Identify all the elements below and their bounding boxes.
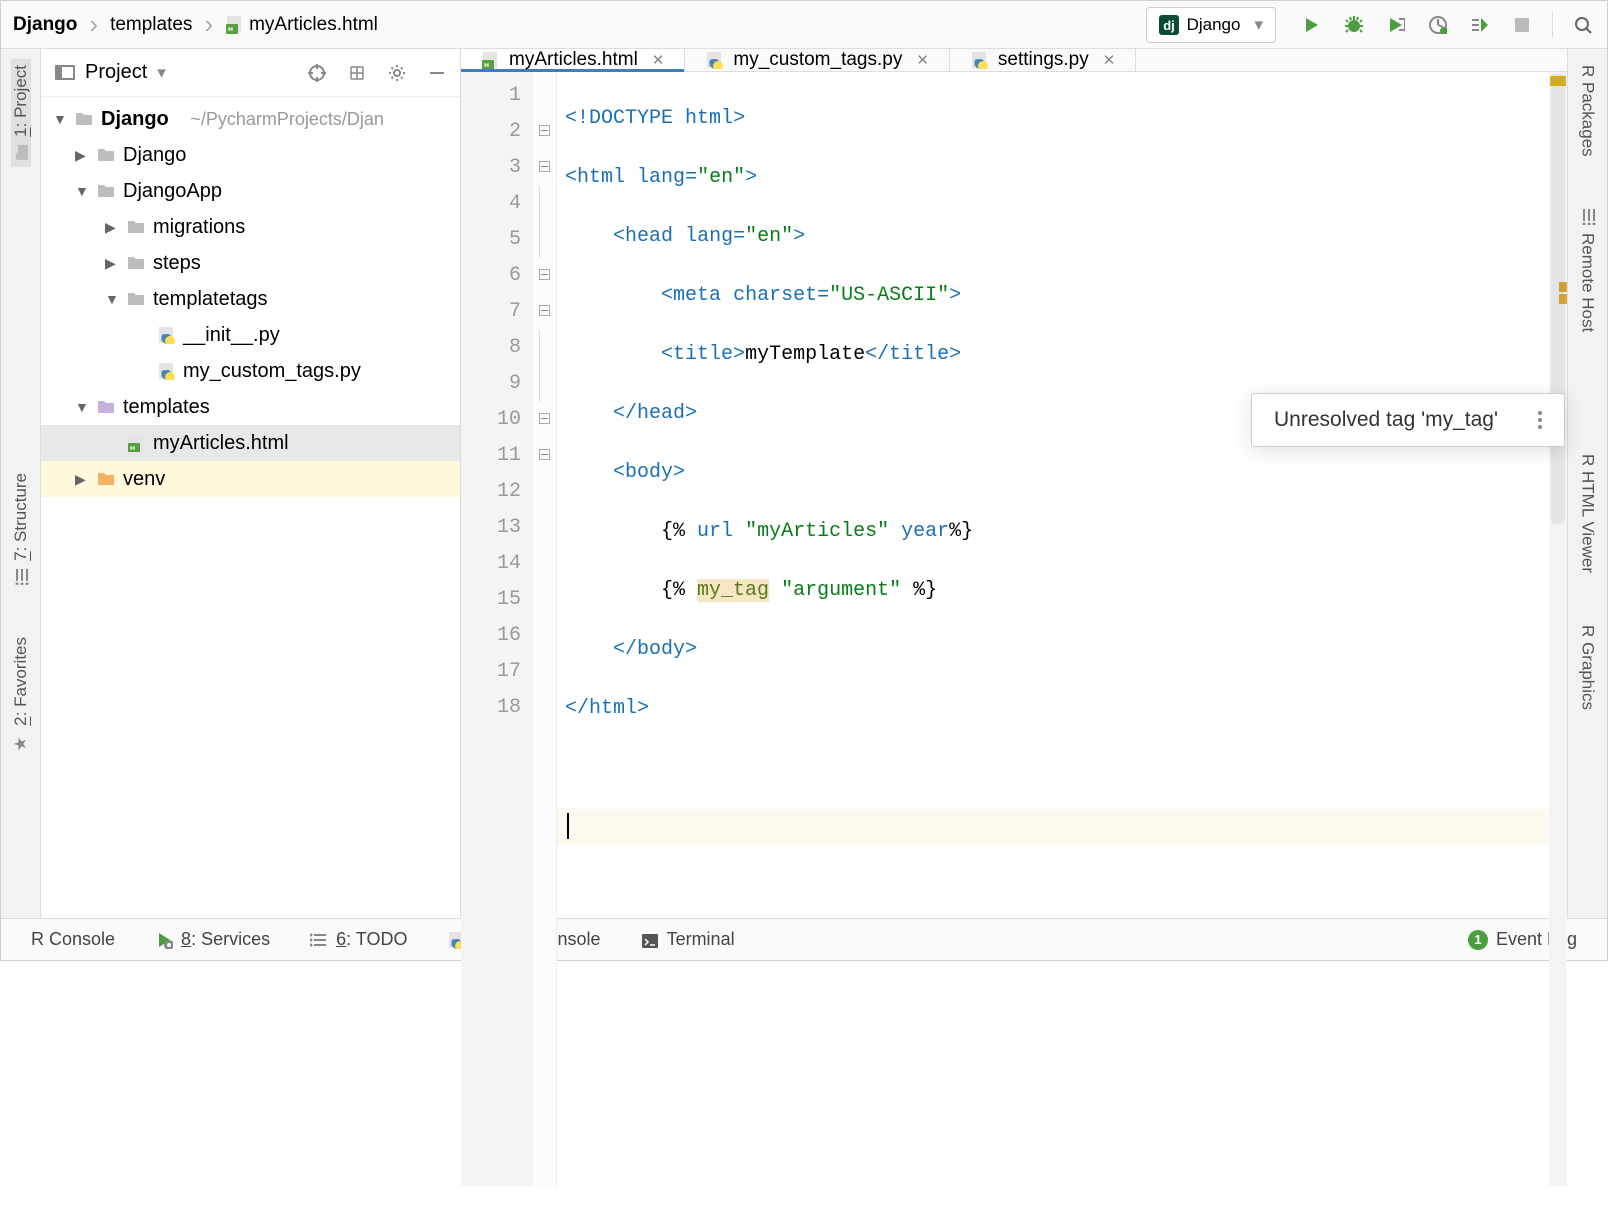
run-config-label: Django xyxy=(1187,15,1241,35)
project-panel-header: Project ▾ xyxy=(41,49,460,97)
tree-item-selected[interactable]: ▶myArticles.html xyxy=(41,425,460,461)
python-file-icon xyxy=(705,51,723,69)
fold-gutter[interactable] xyxy=(533,72,557,1186)
folder-icon xyxy=(75,110,93,128)
hide-button[interactable] xyxy=(428,64,446,82)
project-view-icon xyxy=(55,65,75,80)
dock-tab-rpackages[interactable]: R Packages xyxy=(1578,59,1598,163)
close-icon[interactable]: ✕ xyxy=(652,51,665,69)
tree-item[interactable]: ▶steps xyxy=(41,245,460,281)
bottom-todo[interactable]: 6: TODO xyxy=(310,929,407,950)
coverage-button[interactable] xyxy=(1384,13,1408,37)
tab-settings[interactable]: settings.py✕ xyxy=(950,49,1136,71)
html-file-icon xyxy=(225,15,245,35)
project-tree[interactable]: ▼Django ~/PycharmProjects/Djan ▶Django ▼… xyxy=(41,97,460,497)
breadcrumb-part[interactable]: templates xyxy=(110,14,192,36)
concurrency-button[interactable] xyxy=(1468,13,1492,37)
html-file-icon xyxy=(127,434,145,452)
dock-tab-rhtmlviewer[interactable]: R HTML Viewer xyxy=(1578,448,1598,579)
tab-myarticles[interactable]: myArticles.html✕ xyxy=(461,49,685,71)
tree-item[interactable]: ▶my_custom_tags.py xyxy=(41,353,460,389)
search-everywhere-button[interactable] xyxy=(1571,13,1595,37)
close-icon[interactable]: ✕ xyxy=(916,51,929,69)
editor-tabs: myArticles.html✕ my_custom_tags.py✕ sett… xyxy=(461,49,1567,72)
html-file-icon xyxy=(481,51,499,69)
tree-item[interactable]: ▶Django xyxy=(41,137,460,173)
collapse-all-button[interactable] xyxy=(348,64,366,82)
chevron-right-icon: › xyxy=(89,9,98,40)
code-area[interactable]: <!DOCTYPE html> <html lang="en"> <head l… xyxy=(557,72,1549,1186)
inspection-tooltip[interactable]: Unresolved tag 'my_tag' xyxy=(1251,393,1565,447)
dock-tab-favorites[interactable]: ★2: Favorites xyxy=(11,631,31,760)
tree-root[interactable]: ▼Django ~/PycharmProjects/Djan xyxy=(41,101,460,137)
python-file-icon xyxy=(157,362,175,380)
tooltip-text: Unresolved tag 'my_tag' xyxy=(1274,408,1498,432)
editor: myArticles.html✕ my_custom_tags.py✕ sett… xyxy=(461,49,1567,918)
tree-item[interactable]: ▼templatetags xyxy=(41,281,460,317)
chevron-down-icon[interactable]: ▾ xyxy=(157,63,166,83)
tree-item[interactable]: ▶__init__.py xyxy=(41,317,460,353)
django-icon xyxy=(1159,15,1179,35)
folder-icon xyxy=(97,146,115,164)
close-icon[interactable]: ✕ xyxy=(1103,51,1116,69)
list-icon xyxy=(310,931,328,949)
tab-mycustomtags[interactable]: my_custom_tags.py✕ xyxy=(685,49,950,71)
chevron-down-icon: ▾ xyxy=(1254,15,1263,35)
dock-tab-rgraphics[interactable]: R Graphics xyxy=(1578,619,1598,716)
chevron-right-icon: › xyxy=(204,9,213,40)
bottom-rconsole[interactable]: R Console xyxy=(31,929,115,950)
folder-icon xyxy=(97,182,115,200)
bottom-services[interactable]: 8: Services xyxy=(155,929,270,950)
stop-button[interactable] xyxy=(1510,13,1534,37)
navbar: Django › templates › myArticles.html Dja… xyxy=(1,1,1607,49)
tree-item[interactable]: ▶migrations xyxy=(41,209,460,245)
project-panel-title[interactable]: Project xyxy=(85,61,147,84)
breadcrumb-root[interactable]: Django xyxy=(13,14,77,36)
settings-button[interactable] xyxy=(388,64,406,82)
folder-icon xyxy=(127,218,145,236)
debug-button[interactable] xyxy=(1342,13,1366,37)
editor-scrollbar[interactable] xyxy=(1549,72,1567,1186)
line-gutter[interactable]: 123456789101112131415161718 xyxy=(461,72,533,1186)
dock-tab-project[interactable]: 1: Project xyxy=(11,59,31,167)
folder-icon xyxy=(97,398,115,416)
run-config-selector[interactable]: Django ▾ xyxy=(1146,7,1276,43)
tree-item[interactable]: ▼templates xyxy=(41,389,460,425)
tree-item[interactable]: ▼DjangoApp xyxy=(41,173,460,209)
right-dock: R Packages Remote Host R HTML Viewer R G… xyxy=(1567,49,1607,918)
folder-icon xyxy=(97,470,115,488)
project-panel: Project ▾ ▼Django ~/PycharmProjects/Djan… xyxy=(41,49,461,918)
locate-button[interactable] xyxy=(308,64,326,82)
folder-icon xyxy=(127,290,145,308)
play-gear-icon xyxy=(155,931,173,949)
python-file-icon xyxy=(970,51,988,69)
profile-button[interactable] xyxy=(1426,13,1450,37)
breadcrumb-file[interactable]: myArticles.html xyxy=(249,14,378,36)
folder-icon xyxy=(127,254,145,272)
dock-tab-structure[interactable]: 7: Structure xyxy=(11,467,31,591)
more-actions-icon[interactable] xyxy=(1538,411,1542,429)
dock-tab-remotehost[interactable]: Remote Host xyxy=(1578,203,1598,338)
python-file-icon xyxy=(157,326,175,344)
breadcrumb[interactable]: Django › templates › myArticles.html xyxy=(13,9,378,40)
run-button[interactable] xyxy=(1300,13,1324,37)
left-dock: 1: Project 7: Structure ★2: Favorites xyxy=(1,49,41,918)
tree-item[interactable]: ▶venv xyxy=(41,461,460,497)
